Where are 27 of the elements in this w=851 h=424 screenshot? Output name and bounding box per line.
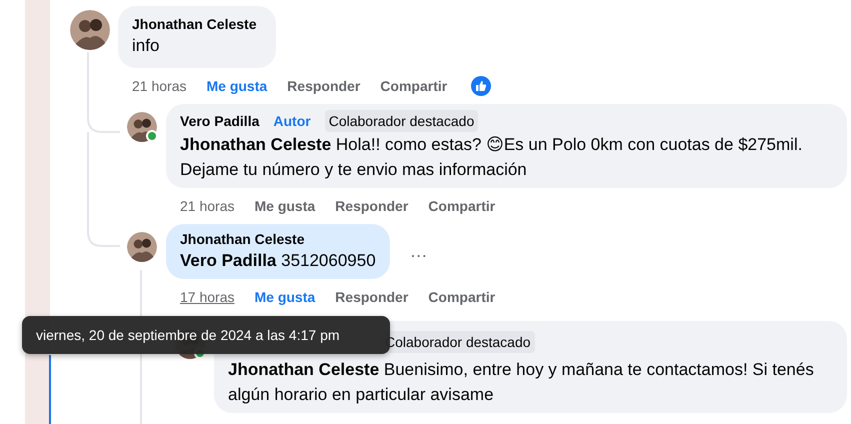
author-name[interactable]: Jhonathan Celeste (180, 230, 304, 248)
comment-text: Jhonathan Celeste Hola!! como estas? 😊Es un Polo 0km con cuotas de $275mil. Dejame tu número y te envio mas información (180, 134, 804, 181)
avatar[interactable] (70, 10, 110, 50)
share-link[interactable]: Compartir (380, 78, 448, 94)
reply-link[interactable]: Responder (287, 78, 360, 94)
share-link[interactable]: Compartir (428, 198, 496, 214)
like-link[interactable]: Me gusta (206, 78, 268, 94)
comment-text: Vero Padilla 3512060950 (180, 250, 376, 272)
share-link[interactable]: Compartir (428, 289, 496, 305)
reply-link[interactable]: Responder (335, 198, 408, 214)
focus-line (49, 355, 51, 424)
comment-text: info (132, 35, 160, 57)
author-label: Autor (272, 112, 312, 131)
featured-badge: Colaborador destacado (324, 110, 478, 132)
author-name[interactable]: Vero Padilla (180, 112, 260, 130)
like-link[interactable]: Me gusta (254, 198, 316, 214)
comment-text: Jhonathan Celeste Buenisimo, entre hoy y mañana te contactamos! Si tenés algún horario en particular avisame (228, 359, 815, 406)
comment-time[interactable]: 21 horas (132, 78, 186, 94)
comment-time[interactable]: 17 horas (180, 289, 234, 305)
reply-link[interactable]: Responder (335, 289, 408, 305)
comment-time[interactable]: 21 horas (180, 198, 234, 214)
tooltip-text: viernes, 20 de septiembre de 2024 a las 4:17 pm (36, 327, 340, 343)
like-link[interactable]: Me gusta (254, 289, 316, 305)
avatar[interactable] (127, 232, 157, 262)
author-name[interactable]: Jhonathan Celeste (132, 15, 256, 33)
thumbs-up-icon[interactable] (471, 76, 492, 96)
more-options-button[interactable]: … (406, 241, 432, 262)
